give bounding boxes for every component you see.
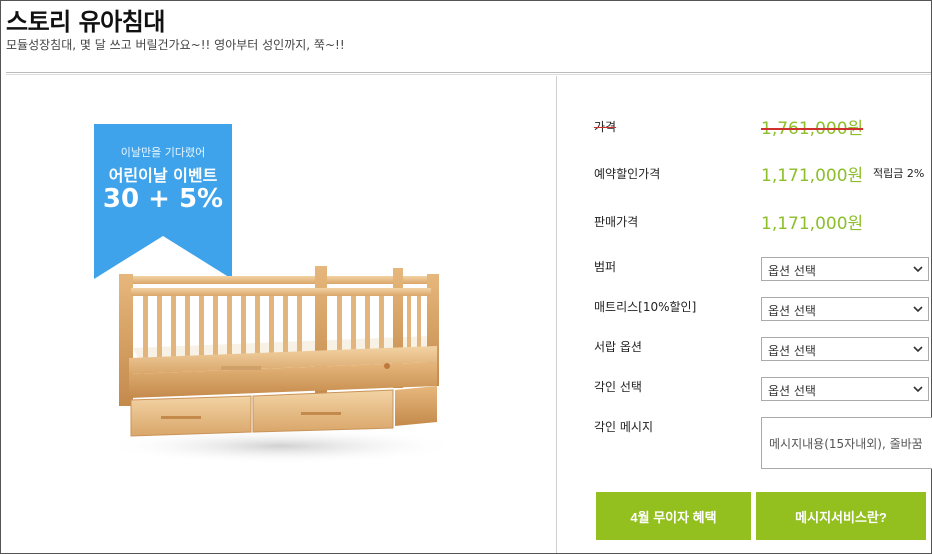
chevron-down-icon <box>913 266 923 273</box>
chevron-down-icon <box>913 386 923 393</box>
drawer-select-value: 옵션 선택 <box>768 344 816 358</box>
crib-product-image <box>101 266 461 464</box>
engraving-message-label: 각인 메시지 <box>594 420 654 434</box>
product-title: 스토리 유아침대 <box>6 8 165 36</box>
list-price: 1,761,000원 <box>761 119 864 139</box>
drawer-option-label: 서랍 옵션 <box>594 340 642 354</box>
promo-banner: 이날만을 기다렸어 어린이날 이벤트 30 + 5% <box>94 124 232 279</box>
april-benefit-button[interactable]: 4월 무이자 혜택 <box>596 492 751 540</box>
mattress-select-value: 옵션 선택 <box>768 304 816 318</box>
promo-line-3: 30 + 5% <box>102 184 224 214</box>
chevron-down-icon <box>913 346 923 353</box>
sale-price-label: 판매가격 <box>594 215 639 229</box>
sale-price: 1,171,000원 <box>761 214 864 234</box>
chevron-down-icon <box>913 306 923 313</box>
mattress-option-label: 매트리스[10%할인] <box>594 300 697 314</box>
reserve-price: 1,171,000원 <box>761 166 864 186</box>
bumper-option-label: 범퍼 <box>594 260 617 274</box>
promo-line-2: 어린이날 이벤트 <box>108 166 218 185</box>
message-service-button[interactable]: 메시지서비스란? <box>756 492 926 540</box>
points-rate: 적립금 2% <box>873 167 925 180</box>
engraving-select[interactable]: 옵션 선택 <box>761 377 929 401</box>
engraving-option-label: 각인 선택 <box>594 380 642 394</box>
bumper-select-value: 옵션 선택 <box>768 264 816 278</box>
purchase-panel: 가격 1,761,000원 예약할인가격 1,171,000원 적립금 2% 판… <box>557 76 932 553</box>
header-divider <box>6 72 931 75</box>
mattress-select[interactable]: 옵션 선택 <box>761 297 929 321</box>
product-subtitle: 모듈성장침대, 몇 달 쓰고 버릴건가요~!! 영아부터 성인까지, 쭉~!! <box>6 38 345 52</box>
bumper-select[interactable]: 옵션 선택 <box>761 257 929 281</box>
engraving-select-value: 옵션 선택 <box>768 384 816 398</box>
reserve-price-label: 예약할인가격 <box>594 167 661 181</box>
drawer-select[interactable]: 옵션 선택 <box>761 337 929 361</box>
promo-line-1: 이날만을 기다렸어 <box>120 146 206 159</box>
engraving-message-field[interactable]: 메시지내용(15자내외), 줄바꿈 <box>761 417 932 469</box>
list-price-label: 가격 <box>594 120 617 134</box>
product-image-panel: 이날만을 기다렸어 어린이날 이벤트 30 + 5% <box>1 76 556 553</box>
